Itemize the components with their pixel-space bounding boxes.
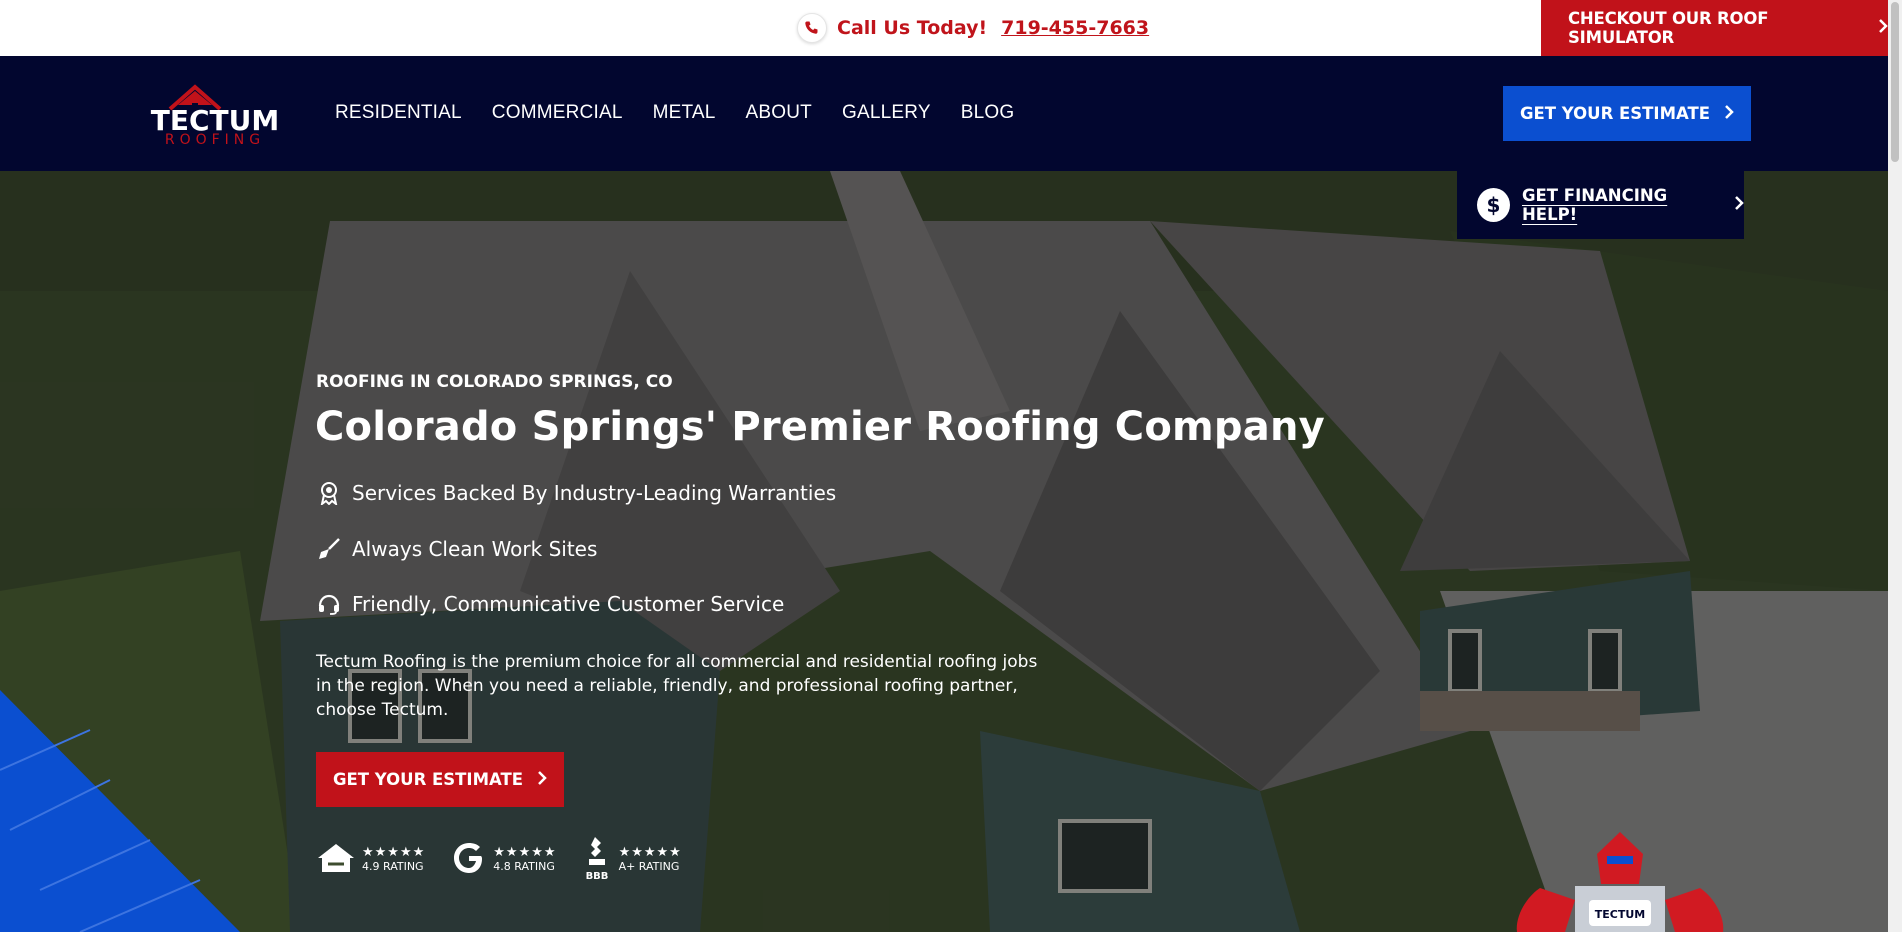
rating-stars: ★★★★★ xyxy=(618,845,682,860)
nav-item-metal[interactable]: METAL xyxy=(653,102,716,124)
dollar-icon: $ xyxy=(1477,188,1510,222)
broom-icon xyxy=(316,536,342,562)
feature-text: Services Backed By Industry-Leading Warr… xyxy=(352,481,837,505)
financing-label: GET FINANCING HELP! xyxy=(1521,186,1668,224)
svg-text:BBB: BBB xyxy=(585,871,608,881)
hero-section xyxy=(0,171,1888,932)
financing-help-button[interactable]: $ GET FINANCING HELP! xyxy=(1457,171,1744,239)
nav-estimate-button[interactable]: GET YOUR ESTIMATE xyxy=(1503,86,1751,141)
hero-eyebrow: ROOFING IN COLORADO SPRINGS, CO xyxy=(316,372,673,392)
feature-text: Friendly, Communicative Customer Service xyxy=(352,592,785,616)
rating-text: 4.9 RATING xyxy=(362,860,424,873)
hero-estimate-button[interactable]: GET YOUR ESTIMATE xyxy=(316,752,564,807)
nav-menu: RESIDENTIAL COMMERCIAL METAL ABOUT GALLE… xyxy=(335,102,1044,124)
google-icon xyxy=(451,840,487,880)
page-scrollbar[interactable] xyxy=(1888,0,1902,932)
robot-mascot-icon: TECTUM xyxy=(1516,832,1724,932)
feature-clean-sites: Always Clean Work Sites xyxy=(316,536,597,562)
logo-subname: ROOFING xyxy=(165,132,265,147)
rating-google[interactable]: ★★★★★ 4.8 RATING xyxy=(451,835,556,885)
call-us[interactable]: Call Us Today! 719-455-7663 xyxy=(797,13,1149,43)
nav-estimate-label: GET YOUR ESTIMATE xyxy=(1519,104,1711,123)
nav-item-residential[interactable]: RESIDENTIAL xyxy=(335,102,462,124)
hero-headline: Colorado Springs' Premier Roofing Compan… xyxy=(315,404,1325,450)
mascot-logo-text: TECTUM xyxy=(1595,908,1645,921)
feature-warranties: Services Backed By Industry-Leading Warr… xyxy=(316,480,836,506)
roof-simulator-button[interactable]: CHECKOUT OUR ROOF SIMULATOR xyxy=(1541,0,1888,56)
rating-stars: ★★★★★ xyxy=(493,845,557,860)
bbb-icon: BBB xyxy=(583,835,613,885)
rating-home-review[interactable]: ★★★★★ 4.9 RATING xyxy=(316,835,425,885)
nav-item-gallery[interactable]: GALLERY xyxy=(842,102,931,124)
award-ribbon-icon xyxy=(316,480,342,506)
headset-icon xyxy=(316,591,342,617)
nav-item-commercial[interactable]: COMMERCIAL xyxy=(492,102,623,124)
rating-text: A+ RATING xyxy=(618,860,680,873)
top-bar: Call Us Today! 719-455-7663 CHECKOUT OUR… xyxy=(0,0,1888,56)
scrollbar-thumb[interactable] xyxy=(1891,2,1899,162)
rating-stars: ★★★★★ xyxy=(362,845,426,860)
ratings-row: ★★★★★ 4.9 RATING ★★★★★ 4.8 RATING BBB ★★… xyxy=(316,835,682,885)
home-review-icon xyxy=(316,840,356,880)
chevron-right-icon xyxy=(1734,195,1744,215)
hero-estimate-label: GET YOUR ESTIMATE xyxy=(332,770,524,789)
decorative-blue-corner xyxy=(0,690,240,932)
rating-text: 4.8 RATING xyxy=(493,860,555,873)
hero-description: Tectum Roofing is the premium choice for… xyxy=(316,652,1038,720)
phone-icon xyxy=(797,13,827,43)
feature-customer-service: Friendly, Communicative Customer Service xyxy=(316,591,784,617)
phone-link[interactable]: 719-455-7663 xyxy=(1001,17,1149,39)
chevron-right-icon xyxy=(1724,104,1734,124)
rating-bbb[interactable]: BBB ★★★★★ A+ RATING xyxy=(583,835,682,885)
nav-item-about[interactable]: ABOUT xyxy=(746,102,812,124)
call-label: Call Us Today! xyxy=(837,17,988,39)
roof-simulator-label: CHECKOUT OUR ROOF SIMULATOR xyxy=(1568,9,1769,47)
nav-item-blog[interactable]: BLOG xyxy=(961,102,1015,124)
chevron-right-icon xyxy=(537,770,547,790)
tectum-logo[interactable]: TECTUM ROOFING xyxy=(148,83,282,148)
hero-house-photo xyxy=(0,171,1888,932)
feature-text: Always Clean Work Sites xyxy=(352,537,598,561)
chevron-right-icon xyxy=(1878,18,1888,39)
